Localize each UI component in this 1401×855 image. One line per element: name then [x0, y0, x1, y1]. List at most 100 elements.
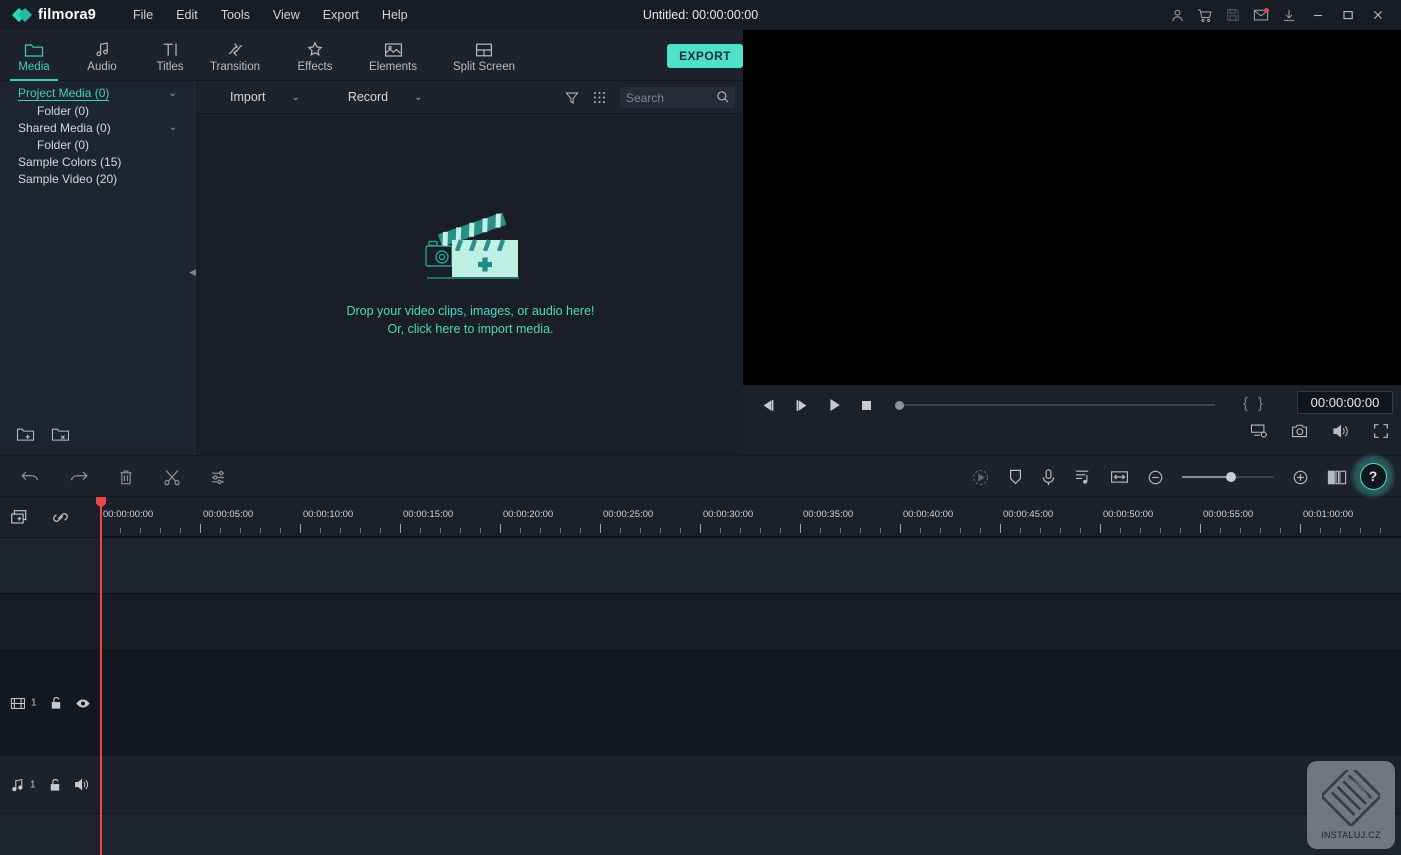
media-panel: Import ⌄ Record ⌄: [198, 81, 743, 455]
speaker-icon[interactable]: [74, 778, 91, 792]
snapshot-icon[interactable]: [1291, 423, 1309, 439]
mark-in-button[interactable]: {: [1243, 395, 1248, 412]
render-settings-icon[interactable]: [1250, 423, 1268, 439]
zoom-knob[interactable]: [1226, 472, 1236, 482]
tab-effects[interactable]: Effects: [281, 30, 349, 81]
snapshot-split-button[interactable]: [1327, 469, 1347, 486]
tab-media[interactable]: Media: [0, 30, 68, 81]
player-tool-icons: [1250, 423, 1389, 439]
volume-icon[interactable]: [1332, 423, 1350, 439]
menu-view[interactable]: View: [262, 3, 311, 27]
tab-audio[interactable]: Audio: [68, 30, 136, 81]
chevron-down-icon[interactable]: ⌄: [169, 89, 177, 99]
maximize-button[interactable]: [1333, 0, 1363, 30]
collapse-panel-icon[interactable]: ◀: [188, 261, 197, 283]
tab-split-screen[interactable]: Split Screen: [434, 30, 534, 81]
ruler-tick-minor: [340, 528, 341, 533]
save-icon[interactable]: [1219, 0, 1247, 30]
voiceover-button[interactable]: [1041, 468, 1056, 487]
stop-button[interactable]: [859, 398, 874, 413]
timeline-row-middle: [0, 593, 1401, 650]
clapperboard-add-icon: [421, 206, 521, 284]
ruler-tick-minor: [1280, 528, 1281, 533]
undo-button[interactable]: [20, 469, 40, 486]
timeline-ruler[interactable]: 00:00:00:0000:00:05:0000:00:10:0000:00:1…: [100, 497, 1401, 537]
tab-transition[interactable]: Transition: [195, 30, 275, 81]
sidebar-item-sample-colors[interactable]: Sample Colors (15): [0, 153, 197, 170]
sidebar-item-sample-video[interactable]: Sample Video (20): [0, 170, 197, 187]
zoom-out-button[interactable]: [1147, 469, 1164, 486]
menu-file[interactable]: File: [122, 3, 164, 27]
sidebar-item-project-media[interactable]: Project Media (0) ⌄: [0, 85, 197, 102]
redo-button[interactable]: [69, 469, 89, 486]
playhead[interactable]: [100, 497, 102, 855]
player-timecode[interactable]: 00:00:00:00: [1297, 391, 1393, 414]
fit-timeline-button[interactable]: [1110, 469, 1129, 485]
chevron-down-icon[interactable]: ⌄: [169, 123, 177, 133]
adjust-button[interactable]: [210, 469, 228, 486]
track-body-empty-lower[interactable]: [100, 813, 1401, 855]
account-icon[interactable]: [1163, 0, 1191, 30]
mark-out-button[interactable]: }: [1258, 395, 1263, 412]
sidebar-item-label: Sample Colors (15): [18, 155, 121, 169]
minimize-button[interactable]: [1303, 0, 1333, 30]
app-logo-text: filmora9: [38, 7, 96, 23]
ruler-tick-minor: [280, 528, 281, 533]
tab-titles[interactable]: Titles: [136, 30, 204, 81]
export-button[interactable]: EXPORT: [667, 44, 743, 68]
tab-elements[interactable]: Elements: [352, 30, 434, 81]
new-folder-icon[interactable]: [16, 426, 35, 442]
audio-track-controls: 1: [10, 777, 91, 792]
sidebar-item-label: Shared Media (0): [18, 121, 111, 135]
progress-knob[interactable]: [895, 401, 904, 410]
unlock-icon[interactable]: [49, 696, 63, 711]
ruler-tick-major: [400, 524, 401, 533]
delete-button[interactable]: [118, 469, 134, 486]
download-icon[interactable]: [1275, 0, 1303, 30]
sidebar-item-shared-folder[interactable]: Folder (0): [0, 136, 197, 153]
help-button[interactable]: ?: [1350, 453, 1396, 499]
timeline-zoom-slider[interactable]: [1182, 470, 1274, 484]
menu-help[interactable]: Help: [371, 3, 419, 27]
music-note-icon: [94, 39, 111, 58]
add-track-icon[interactable]: [10, 509, 29, 526]
previous-frame-button[interactable]: [760, 398, 777, 413]
ruler-tick-minor: [840, 528, 841, 533]
sidebar-item-shared-media[interactable]: Shared Media (0) ⌄: [0, 119, 197, 136]
menu-tools[interactable]: Tools: [210, 3, 261, 27]
fullscreen-icon[interactable]: [1373, 423, 1389, 439]
track-body-empty-middle[interactable]: [100, 593, 1401, 650]
media-dropzone[interactable]: Drop your video clips, images, or audio …: [198, 100, 743, 441]
delete-folder-icon[interactable]: [51, 426, 70, 442]
audio-mixer-button[interactable]: [1074, 468, 1092, 486]
audio-track-body[interactable]: [100, 755, 1401, 813]
track-body-empty-upper[interactable]: [100, 537, 1401, 593]
track-header-empty-lower: [0, 813, 100, 855]
eye-icon[interactable]: [75, 696, 91, 710]
unlock-icon[interactable]: [48, 777, 62, 792]
timeline-track-actions: [0, 497, 100, 537]
playback-progress-slider[interactable]: [895, 402, 1215, 408]
close-button[interactable]: [1363, 0, 1393, 30]
transport-controls: [751, 390, 874, 420]
zoom-in-button[interactable]: [1292, 469, 1309, 486]
cart-icon[interactable]: [1191, 0, 1219, 30]
play-button[interactable]: [826, 397, 843, 413]
mail-icon[interactable]: [1247, 0, 1275, 30]
timeline-video-track: 1: [0, 650, 1401, 755]
menu-export[interactable]: Export: [312, 3, 370, 27]
ruler-tick-minor: [220, 528, 221, 533]
link-clips-icon[interactable]: [51, 509, 70, 526]
menu-edit[interactable]: Edit: [165, 3, 209, 27]
render-preview-button[interactable]: [971, 468, 990, 487]
next-frame-button[interactable]: [793, 398, 810, 413]
ruler-tick-major: [900, 524, 901, 533]
ruler-tick-minor: [540, 528, 541, 533]
ruler-tick-major: [600, 524, 601, 533]
split-button[interactable]: [163, 468, 181, 486]
sidebar-item-label: Folder (0): [37, 104, 89, 118]
sidebar-item-project-folder[interactable]: Folder (0): [0, 102, 197, 119]
marker-button[interactable]: [1008, 468, 1023, 486]
video-track-body[interactable]: [100, 650, 1401, 755]
help-icon: ?: [1360, 463, 1387, 490]
